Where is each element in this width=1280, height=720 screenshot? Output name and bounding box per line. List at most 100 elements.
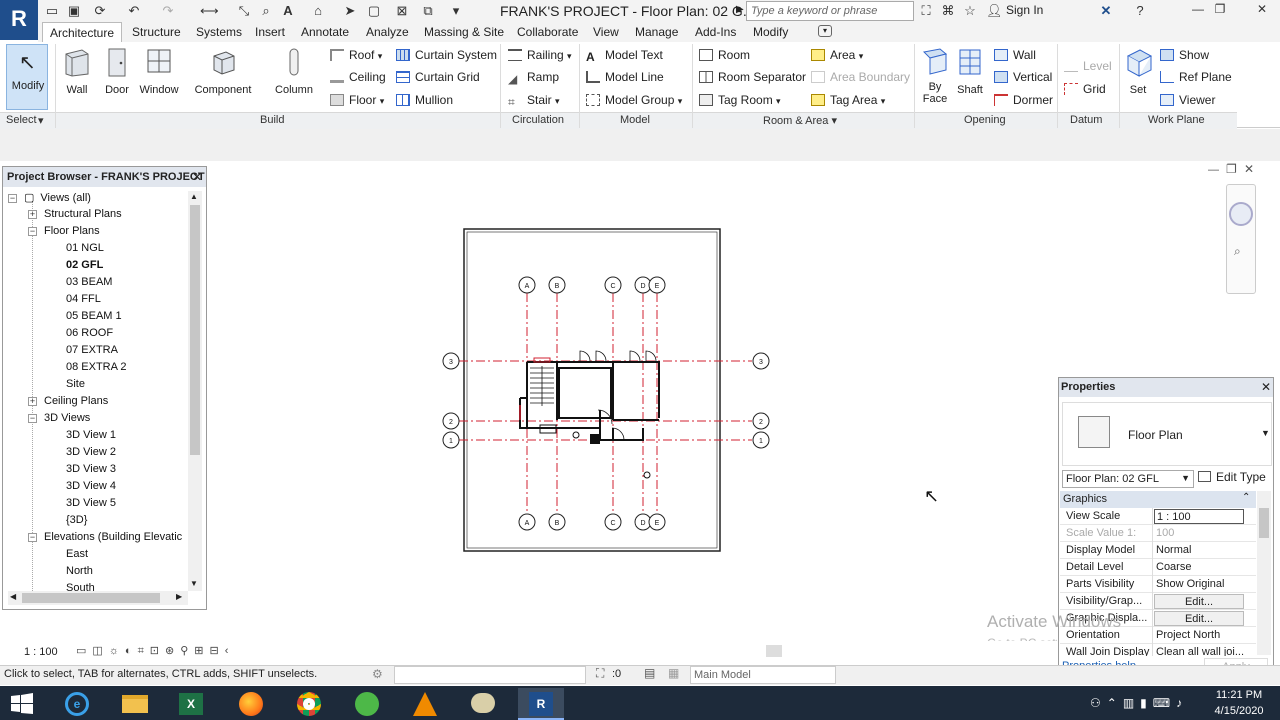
tree-item[interactable]: 03 BEAM (66, 276, 112, 288)
property-value[interactable]: Show Original (1154, 577, 1244, 592)
collapse-icon[interactable]: − (28, 227, 37, 236)
property-value[interactable]: Normal (1154, 543, 1244, 558)
tree-item[interactable]: − Elevations (Building Elevatic (28, 531, 182, 543)
property-row[interactable]: View Scale 1 : 100 (1060, 508, 1256, 525)
property-row[interactable]: Detail Level Coarse (1060, 559, 1256, 576)
collapse-icon[interactable]: − (28, 533, 37, 542)
revit-taskbar-icon[interactable]: R (518, 688, 564, 720)
people-icon[interactable]: ⚇ (1090, 696, 1107, 710)
internet-explorer-icon[interactable]: e (54, 688, 100, 720)
chrome-icon[interactable] (286, 688, 332, 720)
editable-only-icon[interactable]: ⛶ (596, 666, 604, 681)
design-option-dropdown[interactable]: Main Model (690, 666, 836, 684)
tree-item[interactable]: 3D View 3 (66, 463, 116, 475)
workset-dropdown[interactable] (394, 666, 586, 684)
expand-icon[interactable]: + (28, 397, 37, 406)
scroll-up-icon[interactable]: ▲ (190, 192, 198, 201)
property-value[interactable]: 100 (1154, 526, 1244, 541)
property-value[interactable]: 1 : 100 (1154, 509, 1244, 524)
collapse-icon[interactable]: − (28, 414, 37, 423)
tree-item[interactable]: Site (66, 378, 85, 390)
vlc-icon[interactable] (402, 688, 448, 720)
tree-item[interactable]: 06 ROOF (66, 327, 113, 339)
tree-item[interactable]: 3D View 2 (66, 446, 116, 458)
tree-item[interactable]: North (66, 565, 93, 577)
show-crop-icon[interactable]: ⊡ (150, 645, 165, 657)
property-value[interactable]: Clean all wall joi... (1154, 645, 1244, 656)
collapse-section-icon[interactable]: ⌃ (1242, 492, 1250, 503)
tree-item[interactable]: 02 GFL (66, 259, 103, 271)
property-row[interactable]: Display Model Normal (1060, 542, 1256, 559)
network-icon[interactable]: ▥ (1123, 696, 1140, 710)
shadows-icon[interactable]: ◐ (125, 645, 138, 657)
tree-item-label: Floor Plans (44, 225, 100, 237)
clock-time[interactable]: 11:21 PM (1212, 689, 1266, 701)
property-value[interactable]: Edit... (1154, 611, 1244, 626)
tree-item[interactable]: South (66, 582, 95, 591)
tree-item[interactable]: 07 EXTRA (66, 344, 118, 356)
constraints-icon[interactable]: ⊟ (209, 645, 224, 657)
tree-item[interactable]: 08 EXTRA 2 (66, 361, 127, 373)
firefox-icon[interactable] (228, 688, 274, 720)
crop-view-icon[interactable]: ⌗ (138, 645, 150, 657)
property-row[interactable]: Scale Value 1: 100 (1060, 525, 1256, 542)
property-value[interactable]: Coarse (1154, 560, 1244, 575)
property-row[interactable]: Parts Visibility Show Original (1060, 576, 1256, 593)
tree-item[interactable]: 3D View 4 (66, 480, 116, 492)
windows-start-icon[interactable] (10, 692, 34, 716)
project-browser-close-icon[interactable]: ✕ (192, 170, 202, 184)
scroll-down-icon[interactable]: ▼ (190, 579, 198, 588)
tree-item[interactable]: + Ceiling Plans (28, 395, 108, 407)
canvas-hscroll-thumb[interactable] (766, 645, 782, 657)
volume-icon[interactable]: ♪ (1176, 696, 1188, 710)
design-options-icon[interactable]: ▦ (668, 666, 679, 680)
tree-item[interactable]: 05 BEAM 1 (66, 310, 122, 322)
tree-item[interactable]: 04 FFL (66, 293, 101, 305)
worksets-icon[interactable]: ⚙ (372, 667, 383, 681)
graphics-section-header[interactable]: Graphics (1060, 491, 1256, 508)
property-column-divider (1152, 508, 1153, 656)
tree-item[interactable]: + Structural Plans (28, 208, 122, 220)
tree-item[interactable]: 3D View 5 (66, 497, 116, 509)
paint-icon[interactable] (460, 688, 506, 720)
clock-date[interactable]: 4/15/2020 (1212, 705, 1266, 717)
tree-item[interactable]: {3D} (66, 514, 87, 526)
tree-hscroll-thumb[interactable] (22, 593, 160, 603)
tree-item[interactable]: − Floor Plans (28, 225, 100, 237)
battery-icon[interactable]: ▮ (1140, 696, 1153, 710)
property-value[interactable]: Project North (1154, 628, 1244, 643)
file-explorer-icon[interactable] (112, 688, 158, 720)
property-value[interactable]: Edit... (1154, 594, 1244, 609)
temp-hide-icon[interactable]: ⊛ (165, 645, 180, 657)
sun-path-icon[interactable]: ☼ (109, 645, 125, 657)
expand-icon[interactable]: + (28, 210, 37, 219)
reveal-hidden-icon[interactable]: ⚲ (180, 645, 194, 657)
analysis-icon[interactable]: ⊞ (194, 645, 209, 657)
tree-scrollbar-thumb[interactable] (190, 205, 200, 455)
tray-chevron-icon[interactable]: ⌃ (1107, 696, 1123, 710)
collapse-icon[interactable]: − (8, 194, 17, 203)
detail-level-icon[interactable]: ▭ (76, 645, 92, 657)
property-row[interactable]: Wall Join Display Clean all wall joi... (1060, 644, 1256, 656)
scroll-left-icon[interactable]: ◀ (10, 592, 16, 601)
language-icon[interactable]: ⌨ (1153, 696, 1176, 710)
tree-item[interactable]: − ▢ Views (all) (8, 191, 91, 204)
collapse-arrow-icon[interactable]: ‹ (225, 645, 235, 657)
chevron-down-icon[interactable]: ▼ (1261, 428, 1270, 438)
instance-selector[interactable]: Floor Plan: 02 GFL ▼ (1062, 470, 1194, 488)
tree-item[interactable]: 3D View 1 (66, 429, 116, 441)
properties-scroll-thumb[interactable] (1259, 508, 1269, 538)
visual-style-icon[interactable]: ◫ (92, 645, 108, 657)
tree-item[interactable]: 01 NGL (66, 242, 104, 254)
tree-item[interactable]: −3D Views (28, 412, 90, 424)
scroll-right-icon[interactable]: ▶ (176, 592, 182, 601)
view-control-icons[interactable]: ▭◫☼◐⌗⊡⊛⚲⊞⊟‹ (76, 644, 234, 658)
filter-icon[interactable]: ▤ (644, 666, 655, 680)
properties-close-icon[interactable]: ✕ (1261, 380, 1271, 394)
view-scale-control[interactable]: 1 : 100 (24, 646, 58, 658)
edit-type-button[interactable]: Edit Type (1198, 470, 1266, 484)
excel-icon[interactable]: X (168, 688, 214, 720)
property-row[interactable]: Visibility/Grap... Edit... (1060, 593, 1256, 610)
sketchup-icon[interactable] (344, 688, 390, 720)
tree-item[interactable]: East (66, 548, 88, 560)
